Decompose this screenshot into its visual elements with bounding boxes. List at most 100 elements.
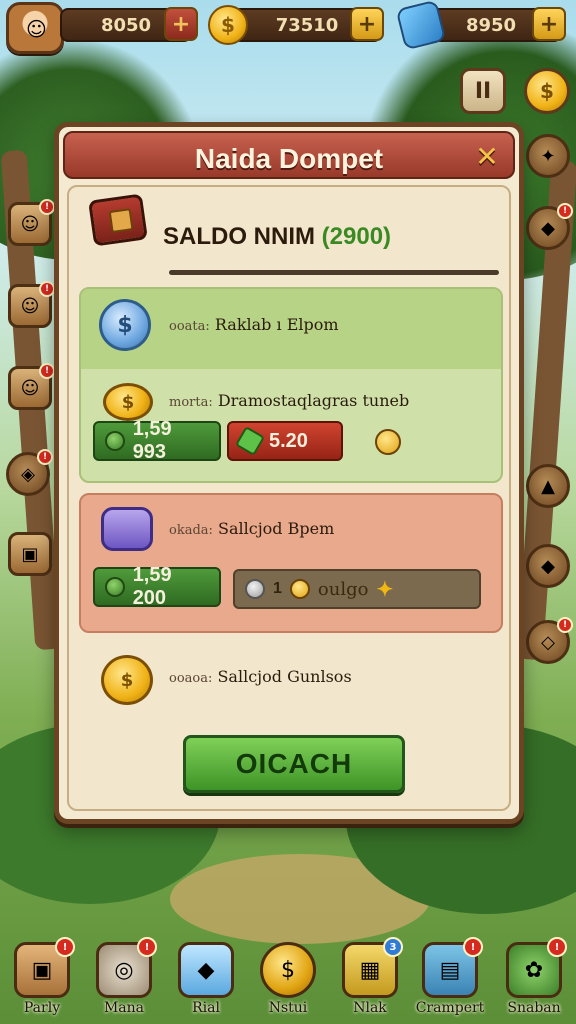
side-cube-button[interactable]: ◆ ! <box>526 203 573 250</box>
green-row-2-label: morta: Dramostaqlagras tuneb <box>169 391 409 410</box>
gold-stack-symbol: $ <box>120 669 134 691</box>
green-value-pill[interactable]: 1,59 993 <box>93 418 221 463</box>
purple-coin-stack-icon <box>101 507 153 551</box>
wallet-chest-icon <box>88 193 148 247</box>
dialog-title-bar: Naida Dompet ✕ <box>63 131 515 179</box>
gold-coin-stack-icon: $ <box>103 383 153 421</box>
balance-divider <box>169 270 499 275</box>
notification-badge: ! <box>37 449 53 465</box>
side-hero-button-2[interactable]: ☺ ! <box>8 281 55 328</box>
pause-icon: II <box>474 78 492 104</box>
plus-icon: + <box>357 11 377 37</box>
nav-label: Nlak <box>353 1000 387 1016</box>
pause-button[interactable]: II <box>460 68 506 114</box>
nav-item-rial[interactable]: ◆ Rial <box>170 942 242 1022</box>
nav-label: Snaban <box>507 1000 561 1016</box>
add-gems-button[interactable]: + <box>532 7 566 41</box>
hero-portrait-icon: ☺ <box>20 295 40 317</box>
green-row-2-prefix: morta: <box>169 395 213 410</box>
notification-badge: ! <box>39 363 55 379</box>
pink-right-count: 1 <box>273 580 282 597</box>
nav-item-crampert[interactable]: ▤ ! Crampert <box>414 937 486 1022</box>
notification-badge: ! <box>55 937 75 957</box>
notification-badge: ! <box>39 281 55 297</box>
notification-badge: ! <box>557 617 573 633</box>
side-arrow-button-1[interactable]: ▲ <box>526 464 570 508</box>
gold-coin-symbol: $ <box>121 391 135 413</box>
hero-portrait-icon: ☺ <box>20 213 40 235</box>
nav-item-nlak[interactable]: ▦ 3 Nlak <box>334 937 406 1022</box>
loose-coin-icon <box>375 429 401 455</box>
balance-label: SALDO NNIM <box>163 223 315 250</box>
cube-icon: ◆ <box>541 217 555 239</box>
nav-label: Nstui <box>268 1000 308 1016</box>
backpack-icon: ▤ ! <box>422 937 483 998</box>
notification-badge: 3 <box>383 937 403 957</box>
green-gem-icon <box>234 425 266 457</box>
green-value: 1,59 993 <box>132 418 172 463</box>
side-arrow-button-2[interactable]: ◆ <box>526 544 570 588</box>
confirm-button-label: OICACH <box>235 748 353 779</box>
green-row-2-text: Dramostaqlagras tuneb <box>217 391 410 410</box>
island-map-icon: ✿ ! <box>506 937 567 998</box>
map-icon: ◈ <box>21 463 35 485</box>
seed-icon <box>105 577 125 597</box>
red-value: 5.20 <box>269 429 308 452</box>
gold-coin-icon: $ <box>208 5 248 45</box>
hero-portrait-icon: ☺ <box>20 377 40 399</box>
shop-coin-button[interactable]: $ <box>524 68 570 114</box>
avatar-face-icon: ☺ <box>26 17 47 41</box>
side-hero-button-3[interactable]: ☺ ! <box>8 363 55 410</box>
pink-value-pill[interactable]: 1,59 200 <box>93 564 221 609</box>
compass-icon: ✦ <box>540 145 556 167</box>
bottom-row-prefix: ooaoa: <box>169 671 213 686</box>
crate-icon: ▣ ! <box>14 937 75 998</box>
blue-coin-icon: $ <box>99 299 151 351</box>
arrow-icon: ▲ <box>541 475 555 497</box>
gold-stack-icon: $ <box>101 655 153 705</box>
side-compass-button[interactable]: ✦ <box>526 134 570 178</box>
balance-value: (2900) <box>321 223 392 250</box>
add-resource-1-button[interactable]: + <box>164 7 198 41</box>
blue-coin-symbol: $ <box>117 312 133 338</box>
pink-right-pill[interactable]: 1 oulgo ✦ <box>233 569 481 609</box>
notification-badge: ! <box>557 203 573 219</box>
notification-badge: ! <box>547 937 567 957</box>
coin-symbol: $ <box>221 13 235 37</box>
resource-3-value: 8950 <box>465 14 517 36</box>
treasure-box-icon: ▦ 3 <box>342 937 403 998</box>
green-row-1-text: Raklab ı Elpom <box>214 315 339 334</box>
green-row-1-prefix: ooata: <box>169 319 210 334</box>
close-icon: ✕ <box>475 140 499 173</box>
side-scroll-button[interactable]: ◇ ! <box>526 617 573 664</box>
star-plus-icon: + <box>171 11 191 37</box>
coin-icon: $ <box>540 79 554 103</box>
pink-row-1-label: okada: Sallcjod Bpem <box>169 519 334 538</box>
nav-item-nstui[interactable]: $ Nstui <box>252 942 324 1022</box>
nav-item-parly[interactable]: ▣ ! Parly <box>6 937 78 1022</box>
player-avatar[interactable]: ☺ <box>6 2 64 54</box>
side-hero-button-1[interactable]: ☺ ! <box>8 199 55 246</box>
red-value-pill[interactable]: 5.20 <box>227 421 343 461</box>
silver-coin-icon: ◎ ! <box>96 937 157 998</box>
gold-coin-icon <box>289 579 310 599</box>
pink-right-text: oulgo <box>317 578 369 600</box>
chest-icon: ▣ <box>21 543 39 565</box>
nav-item-mana[interactable]: ◎ ! Mana <box>88 937 160 1022</box>
balance-row: SALDO NNIM (2900) <box>163 223 391 251</box>
side-chest-button[interactable]: ▣ <box>8 532 52 576</box>
side-map-button[interactable]: ◈ ! <box>6 449 53 496</box>
nav-label: Rial <box>192 1000 220 1016</box>
bottom-row-label: ooaoa: Sallcjod Gunlsos <box>169 667 352 686</box>
dialog-title: Naida Dompet <box>194 143 384 174</box>
pink-row-1-text: Sallcjod Bpem <box>218 519 335 538</box>
nav-item-snaban[interactable]: ✿ ! Snaban <box>498 937 570 1022</box>
notification-badge: ! <box>463 937 483 957</box>
top-resource-bar: ☺ 8050 + 73510 $ + 8950 + <box>0 0 576 56</box>
add-coins-button[interactable]: + <box>350 7 384 41</box>
scroll-icon: ◇ <box>541 631 555 653</box>
green-row-1-label: ooata: Raklab ı Elpom <box>169 315 339 334</box>
seed-icon <box>105 431 125 451</box>
close-button[interactable]: ✕ <box>473 143 501 171</box>
confirm-button[interactable]: OICACH <box>183 735 405 793</box>
